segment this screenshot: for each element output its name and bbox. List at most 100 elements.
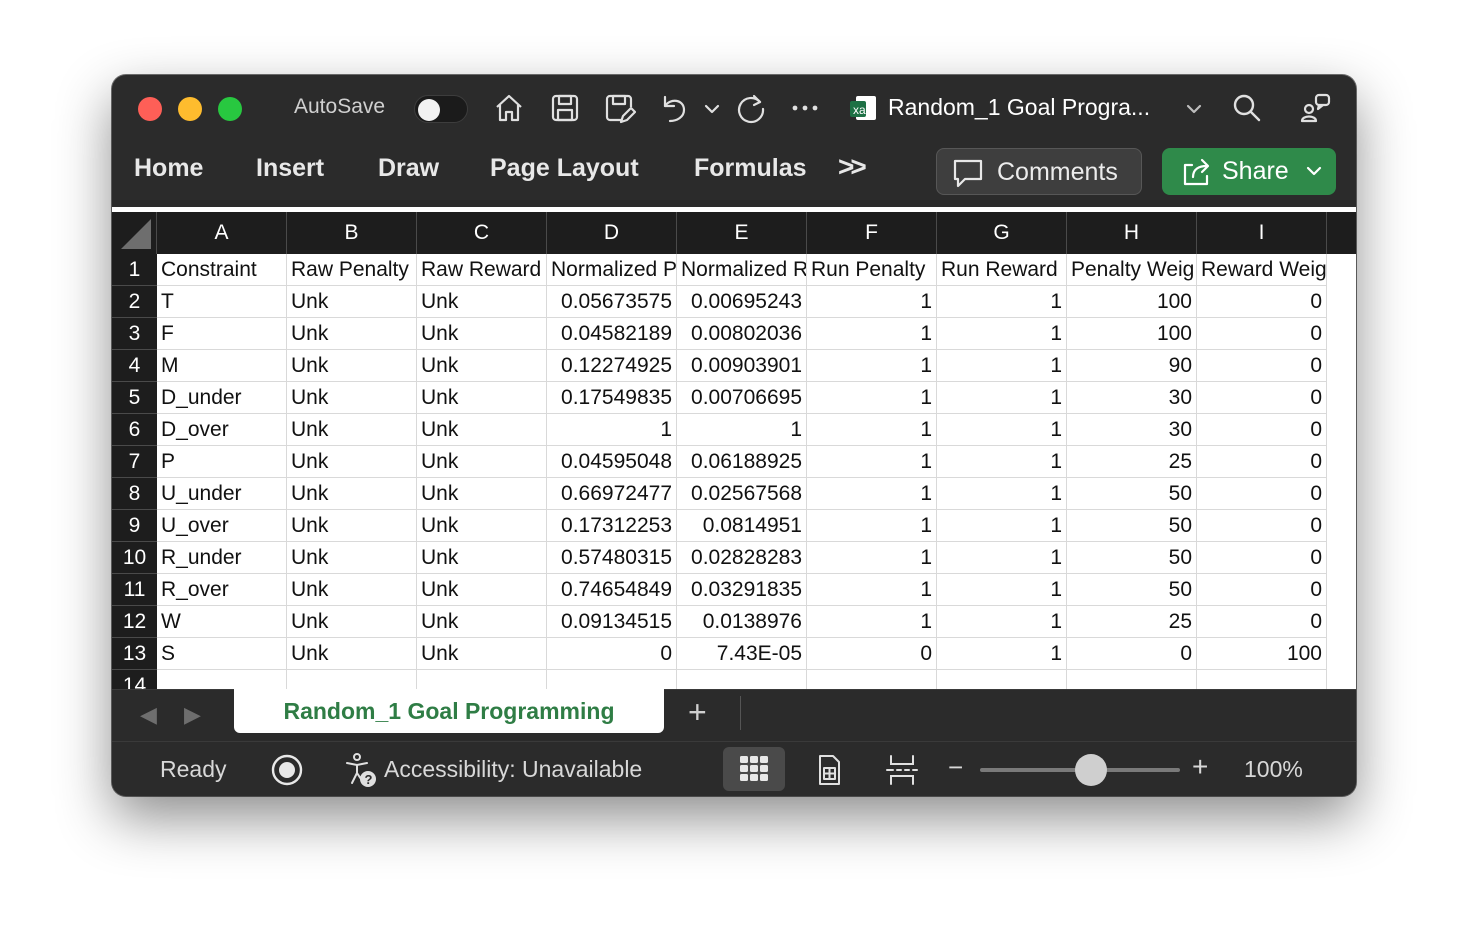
cell-b1[interactable]: Raw Penalty [287, 254, 417, 286]
cell-d6[interactable]: 1 [547, 414, 677, 446]
cell-c7[interactable]: Unk [417, 446, 547, 478]
column-header-c[interactable]: C [417, 212, 547, 254]
cell-i2[interactable]: 0 [1197, 286, 1327, 318]
cell-d3[interactable]: 0.04582189 [547, 318, 677, 350]
save-icon[interactable] [548, 91, 582, 125]
cell-a5[interactable]: D_under [157, 382, 287, 414]
cell-c10[interactable]: Unk [417, 542, 547, 574]
save-as-icon[interactable] [602, 91, 637, 125]
column-header-d[interactable]: D [547, 212, 677, 254]
cell-h14[interactable] [1067, 670, 1197, 689]
cell-i5[interactable]: 0 [1197, 382, 1327, 414]
cell-a2[interactable]: T [157, 286, 287, 318]
cell-a1[interactable]: Constraint [157, 254, 287, 286]
cell-g10[interactable]: 1 [937, 542, 1067, 574]
row-header[interactable]: 9 [112, 510, 157, 542]
cell-i14[interactable] [1197, 670, 1327, 689]
cell-f3[interactable]: 1 [807, 318, 937, 350]
cell-g12[interactable]: 1 [937, 606, 1067, 638]
cell-c11[interactable]: Unk [417, 574, 547, 606]
cell-h12[interactable]: 25 [1067, 606, 1197, 638]
cell-d14[interactable] [547, 670, 677, 689]
cell-c3[interactable]: Unk [417, 318, 547, 350]
cell-a3[interactable]: F [157, 318, 287, 350]
cell-g8[interactable]: 1 [937, 478, 1067, 510]
cell-b8[interactable]: Unk [287, 478, 417, 510]
cell-f2[interactable]: 1 [807, 286, 937, 318]
cell-f13[interactable]: 0 [807, 638, 937, 670]
cell-e7[interactable]: 0.06188925 [677, 446, 807, 478]
more-tabs-button[interactable]: >> [838, 151, 867, 183]
cell-e8[interactable]: 0.02567568 [677, 478, 807, 510]
cell-f4[interactable]: 1 [807, 350, 937, 382]
cell-d13[interactable]: 0 [547, 638, 677, 670]
cell-a14[interactable] [157, 670, 287, 689]
cell-b7[interactable]: Unk [287, 446, 417, 478]
cell-b12[interactable]: Unk [287, 606, 417, 638]
cell-f5[interactable]: 1 [807, 382, 937, 414]
cell-e13[interactable]: 7.43E-05 [677, 638, 807, 670]
row-header[interactable]: 6 [112, 414, 157, 446]
cell-d12[interactable]: 0.09134515 [547, 606, 677, 638]
cell-b11[interactable]: Unk [287, 574, 417, 606]
cell-a6[interactable]: D_over [157, 414, 287, 446]
document-title[interactable]: Random_1 Goal Progra... [888, 94, 1150, 121]
tab-insert[interactable]: Insert [256, 154, 324, 183]
cell-d8[interactable]: 0.66972477 [547, 478, 677, 510]
cell-e6[interactable]: 1 [677, 414, 807, 446]
cell-h5[interactable]: 30 [1067, 382, 1197, 414]
title-chevron-down-icon[interactable] [1180, 91, 1208, 125]
cell-d9[interactable]: 0.17312253 [547, 510, 677, 542]
column-header-a[interactable]: A [157, 212, 287, 254]
row-header[interactable]: 5 [112, 382, 157, 414]
cell-i7[interactable]: 0 [1197, 446, 1327, 478]
add-sheet-button[interactable]: + [688, 694, 707, 731]
comments-button[interactable]: Comments [936, 148, 1142, 195]
row-header[interactable]: 10 [112, 542, 157, 574]
cell-g9[interactable]: 1 [937, 510, 1067, 542]
cell-a9[interactable]: U_over [157, 510, 287, 542]
cell-e14[interactable] [677, 670, 807, 689]
accessibility-status[interactable]: Accessibility: Unavailable [384, 756, 642, 783]
cell-f11[interactable]: 1 [807, 574, 937, 606]
cell-b3[interactable]: Unk [287, 318, 417, 350]
cell-h11[interactable]: 50 [1067, 574, 1197, 606]
share-button[interactable]: Share [1162, 148, 1336, 195]
cell-b10[interactable]: Unk [287, 542, 417, 574]
cell-b4[interactable]: Unk [287, 350, 417, 382]
cell-f10[interactable]: 1 [807, 542, 937, 574]
cell-b14[interactable] [287, 670, 417, 689]
column-header-g[interactable]: G [937, 212, 1067, 254]
cell-c9[interactable]: Unk [417, 510, 547, 542]
tab-draw[interactable]: Draw [378, 154, 439, 183]
cell-c4[interactable]: Unk [417, 350, 547, 382]
cell-d4[interactable]: 0.12274925 [547, 350, 677, 382]
cell-g14[interactable] [937, 670, 1067, 689]
cell-g11[interactable]: 1 [937, 574, 1067, 606]
cell-g2[interactable]: 1 [937, 286, 1067, 318]
cell-h4[interactable]: 90 [1067, 350, 1197, 382]
cell-h7[interactable]: 25 [1067, 446, 1197, 478]
autosave-toggle[interactable] [414, 95, 468, 123]
cell-e1[interactable]: Normalized R [677, 254, 807, 286]
cell-e11[interactable]: 0.03291835 [677, 574, 807, 606]
cell-f12[interactable]: 1 [807, 606, 937, 638]
cell-c1[interactable]: Raw Reward [417, 254, 547, 286]
more-icon[interactable] [788, 91, 822, 125]
cell-i1[interactable]: Reward Weight [1197, 254, 1327, 286]
sheet-prev-icon[interactable]: ◀ [140, 702, 157, 728]
cell-f1[interactable]: Run Penalty [807, 254, 937, 286]
row-header[interactable]: 1 [112, 254, 157, 286]
spreadsheet-grid[interactable]: A B C D E F G H I 1 Constraint Raw Penalty Raw Rewar… [112, 207, 1356, 689]
cell-h1[interactable]: Penalty Weig [1067, 254, 1197, 286]
cell-a8[interactable]: U_under [157, 478, 287, 510]
page-break-view-button[interactable] [870, 747, 932, 791]
row-header[interactable]: 7 [112, 446, 157, 478]
cell-e10[interactable]: 0.02828283 [677, 542, 807, 574]
column-header-b[interactable]: B [287, 212, 417, 254]
row-header[interactable]: 4 [112, 350, 157, 382]
select-all-corner[interactable] [112, 212, 157, 254]
cell-g7[interactable]: 1 [937, 446, 1067, 478]
cell-a10[interactable]: R_under [157, 542, 287, 574]
cell-b6[interactable]: Unk [287, 414, 417, 446]
